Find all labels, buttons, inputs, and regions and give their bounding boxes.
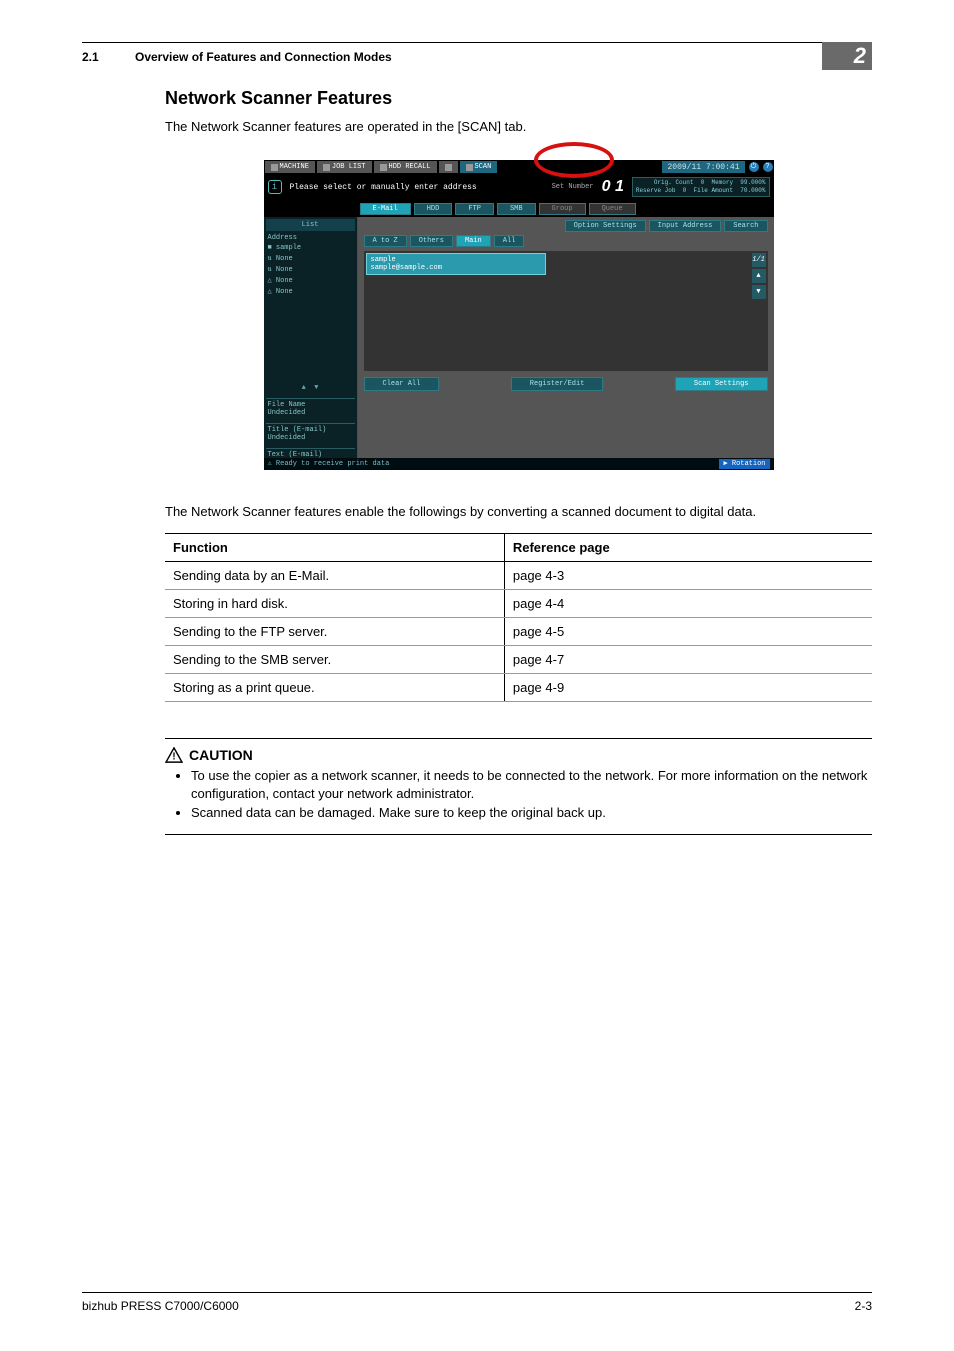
subtab-email[interactable]: E-Mail xyxy=(360,203,411,215)
hdd-icon xyxy=(380,164,387,171)
header-rule xyxy=(82,42,872,43)
tab-hddrecall[interactable]: HDD RECALL xyxy=(374,161,437,173)
help-icon[interactable]: ? xyxy=(763,162,773,172)
filename-value: Undecided xyxy=(268,409,353,417)
address-list: sample sample@sample.com 1/1 ▲ ▼ xyxy=(364,251,768,371)
tab-joblist[interactable]: JOB LIST xyxy=(317,161,372,173)
filter-atoz[interactable]: A to Z xyxy=(364,235,407,247)
subtab-ftp[interactable]: FTP xyxy=(455,203,494,215)
page-indicator: 1/1 xyxy=(752,253,766,267)
tab-machine[interactable]: MACHINE xyxy=(265,161,315,173)
side-item: ⇅ None xyxy=(266,264,355,275)
subtab-hdd[interactable]: HDD xyxy=(414,203,453,215)
scan-settings-button[interactable]: Scan Settings xyxy=(675,377,768,391)
info-icon: i xyxy=(268,180,282,194)
filter-others[interactable]: Others xyxy=(410,235,453,247)
search-button[interactable]: Search xyxy=(724,220,767,232)
intro-text: The Network Scanner features are operate… xyxy=(165,119,872,134)
screenshot-figure: MACHINE JOB LIST HDD RECALL SCAN 2009/11… xyxy=(264,148,774,468)
table-row: Sending to the SMB server.page 4-7 xyxy=(165,646,872,674)
caution-item: Scanned data can be damaged. Make sure t… xyxy=(191,804,872,822)
subtab-queue[interactable]: Queue xyxy=(589,203,636,215)
filename-label: File Name xyxy=(268,401,353,409)
clear-all-button[interactable]: Clear All xyxy=(364,377,440,391)
title-value: Undecided xyxy=(268,434,353,442)
col-header-function: Function xyxy=(165,534,504,562)
filter-main[interactable]: Main xyxy=(456,235,491,247)
title-label: Title (E-mail) xyxy=(268,426,353,434)
datetime: 2009/11 7:00:41 xyxy=(662,161,744,173)
col-header-ref: Reference page xyxy=(504,534,872,562)
side-panel: List Address ■ sample ⇅ None ⇅ None △ No… xyxy=(264,217,358,470)
blank-icon xyxy=(445,164,452,171)
scroll-down-icon[interactable]: ▼ xyxy=(752,285,766,299)
option-settings-button[interactable]: Option Settings xyxy=(565,220,646,232)
caution-icon: ! xyxy=(165,747,183,763)
list-scroll[interactable]: 1/1 ▲ ▼ xyxy=(752,253,766,299)
scroll-up-icon[interactable]: ▲ xyxy=(752,269,766,283)
section-title: Overview of Features and Connection Mode… xyxy=(135,50,392,64)
caution-box: ! CAUTION To use the copier as a network… xyxy=(165,738,872,835)
set-number-value: 0 1 xyxy=(602,178,624,196)
table-row: Sending data by an E-Mail.page 4-3 xyxy=(165,562,872,590)
description-text: The Network Scanner features enable the … xyxy=(165,504,872,519)
list-icon xyxy=(323,164,330,171)
side-item: ⇅ None xyxy=(266,253,355,264)
side-item: △ None xyxy=(266,286,355,297)
register-edit-button[interactable]: Register/Edit xyxy=(511,377,604,391)
highlight-oval xyxy=(534,142,614,178)
scan-icon xyxy=(466,164,473,171)
side-item: △ None xyxy=(266,275,355,286)
machine-icon xyxy=(271,164,278,171)
side-header: List xyxy=(266,219,355,231)
stats-box: Orig. Count 0 Memory 99.000% Reserve Job… xyxy=(632,177,770,197)
status-text: ⚠ Ready to receive print data xyxy=(268,459,390,469)
page-number: 2-3 xyxy=(855,1299,872,1313)
status-message: Please select or manually enter address xyxy=(290,183,544,192)
entry-address: sample@sample.com xyxy=(371,264,541,272)
side-address-label: Address xyxy=(266,233,355,243)
page-heading: Network Scanner Features xyxy=(165,88,872,109)
caution-title: CAUTION xyxy=(189,747,253,763)
section-number: 2.1 xyxy=(82,50,99,64)
filter-all[interactable]: All xyxy=(494,235,525,247)
function-table: Function Reference page Sending data by … xyxy=(165,533,872,702)
subtab-group[interactable]: Group xyxy=(539,203,586,215)
table-row: Storing as a print queue.page 4-9 xyxy=(165,674,872,702)
power-icon[interactable]: ⏻ xyxy=(749,162,759,172)
subtab-smb[interactable]: SMB xyxy=(497,203,536,215)
device-screen: MACHINE JOB LIST HDD RECALL SCAN 2009/11… xyxy=(264,160,774,470)
address-entry[interactable]: sample sample@sample.com xyxy=(366,253,546,275)
tab-scan[interactable]: SCAN xyxy=(460,161,498,173)
chapter-badge: 2 xyxy=(822,42,872,70)
svg-text:!: ! xyxy=(172,751,175,762)
tab-blank[interactable] xyxy=(439,161,458,173)
table-row: Sending to the FTP server.page 4-5 xyxy=(165,618,872,646)
input-address-button[interactable]: Input Address xyxy=(649,220,722,232)
table-row: Storing in hard disk.page 4-4 xyxy=(165,590,872,618)
page-footer: bizhub PRESS C7000/C6000 2-3 xyxy=(82,1292,872,1313)
entry-name: sample xyxy=(371,256,541,264)
side-item: ■ sample xyxy=(266,243,355,253)
side-paging[interactable]: ▲ ▼ xyxy=(266,382,355,394)
set-number-label: Set Number xyxy=(552,183,594,191)
main-panel: Option Settings Input Address Search A t… xyxy=(358,217,774,470)
product-name: bizhub PRESS C7000/C6000 xyxy=(82,1299,239,1313)
caution-item: To use the copier as a network scanner, … xyxy=(191,767,872,802)
rotation-indicator: ▶ Rotation xyxy=(719,459,769,469)
